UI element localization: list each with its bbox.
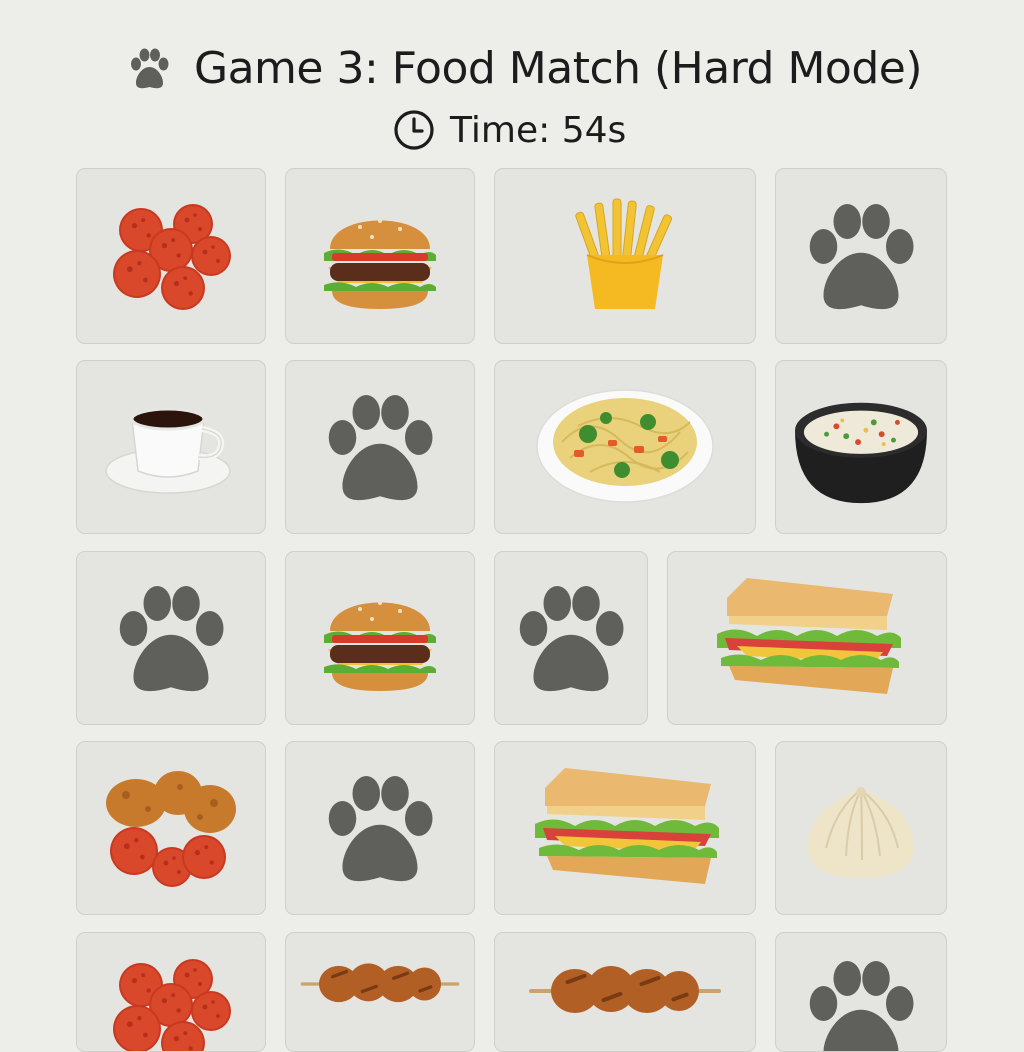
- paw-icon: [119, 585, 224, 691]
- card-pepperoni[interactable]: [76, 168, 266, 344]
- paw-icon: [519, 585, 624, 691]
- card-pepperoni[interactable]: [76, 932, 266, 1052]
- paw-icon: [328, 394, 433, 500]
- card-skewer[interactable]: [494, 932, 756, 1052]
- noodles-icon: [536, 389, 714, 503]
- skewer-icon: [300, 963, 460, 1003]
- fries-icon: [575, 198, 672, 309]
- paw-icon: [809, 961, 914, 1051]
- burger-icon: [324, 219, 436, 309]
- sandwich-icon: [717, 578, 901, 694]
- card-fries[interactable]: [494, 168, 756, 344]
- card-face-down[interactable]: [775, 932, 947, 1052]
- pepperoni-icon: [113, 204, 231, 310]
- pepperoni-icon: [113, 959, 231, 1051]
- card-chicken-pepperoni[interactable]: [76, 741, 266, 915]
- card-face-down[interactable]: [76, 551, 266, 725]
- sandwich-icon: [535, 768, 719, 884]
- card-face-down[interactable]: [775, 168, 947, 344]
- card-noodles[interactable]: [494, 360, 756, 534]
- paw-icon: [328, 775, 433, 881]
- card-burger[interactable]: [285, 551, 475, 725]
- card-sandwich[interactable]: [667, 551, 947, 725]
- card-grid: [0, 0, 1024, 1052]
- card-burger[interactable]: [285, 168, 475, 344]
- card-dumpling[interactable]: [775, 741, 947, 915]
- coffee-icon: [105, 407, 231, 494]
- dumpling-icon: [807, 787, 915, 878]
- card-skewer[interactable]: [285, 932, 475, 1052]
- burger-icon: [324, 601, 436, 691]
- card-face-down[interactable]: [285, 360, 475, 534]
- card-face-down[interactable]: [494, 551, 648, 725]
- card-sandwich[interactable]: [494, 741, 756, 915]
- chicken-pepperoni-icon: [106, 771, 236, 887]
- card-face-down[interactable]: [285, 741, 475, 915]
- fried-rice-icon: [795, 402, 927, 504]
- card-coffee[interactable]: [76, 360, 266, 534]
- card-fried-rice[interactable]: [775, 360, 947, 534]
- skewer-icon: [529, 966, 721, 1013]
- paw-icon: [809, 203, 914, 309]
